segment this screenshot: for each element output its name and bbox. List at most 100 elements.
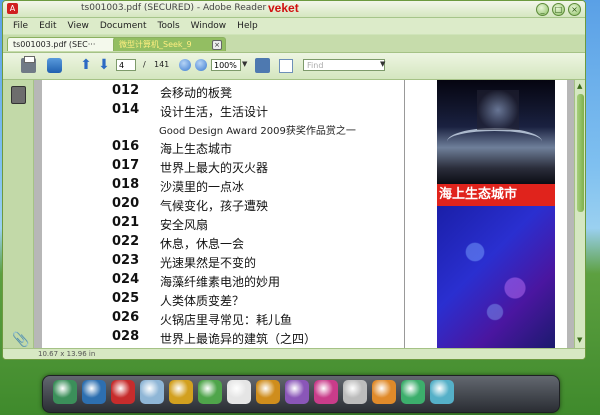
toc-title: 海藻纤维素电池的妙用 [160, 275, 281, 289]
zoom-out-icon[interactable] [179, 59, 191, 71]
tab-label: ts001003.pdf (SEC··· [13, 40, 96, 49]
penguin-icon[interactable] [227, 380, 251, 404]
fit-page-icon[interactable] [279, 59, 293, 73]
toc-entry: 025 人类体质变差？ [104, 289, 404, 308]
minimize-button[interactable]: _ [536, 3, 549, 16]
tab-document-2[interactable]: 微型计算机_Seek_9 × [113, 37, 226, 51]
window-tag: veket [268, 1, 299, 15]
chevron-down-icon[interactable]: ▼ [242, 60, 247, 68]
toc-title: 安全风扇 [160, 218, 209, 232]
toc-subtitle-text: Good Design Award 2009获奖作品赏之一 [159, 126, 356, 137]
toc-page-number: 017 [112, 158, 140, 173]
document-view[interactable]: 012 会移动的板凳 014 设计生活，生活设计 Good Design Award 2… [34, 80, 574, 348]
close-button[interactable]: × [568, 3, 581, 16]
page-size-label: 10.67 x 13.96 in [38, 350, 96, 358]
menu-window[interactable]: Window [191, 21, 227, 31]
tab-close-icon[interactable]: × [212, 40, 222, 50]
image-icon[interactable] [285, 380, 309, 404]
menu-bar: File Edit View Document Tools Window Hel… [3, 18, 585, 34]
game-icon[interactable] [372, 380, 396, 404]
maximize-button[interactable]: □ [552, 3, 565, 16]
menu-tools[interactable]: Tools [158, 21, 180, 31]
toc-title: 世界上最大的灭火器 [160, 161, 269, 175]
toc-page-number: 023 [112, 253, 140, 268]
toc-entry: 023 光速果然是不变的 [104, 251, 404, 270]
toc-page-number: 018 [112, 177, 140, 192]
toc-title: 世界上最诡异的建筑（之四） [160, 332, 317, 346]
toc-entry: 018 沙漠里的一点冰 [104, 175, 404, 194]
scroll-thumb[interactable] [577, 94, 584, 212]
page-number-input[interactable]: 4 [116, 59, 136, 71]
scroll-down-icon[interactable]: ▼ [577, 336, 582, 344]
palette-icon[interactable] [314, 380, 338, 404]
menu-document[interactable]: Document [100, 21, 147, 31]
toc-entry: 020 气候变化，孩子遭殃 [104, 194, 404, 213]
toc-title: 沙漠里的一点冰 [160, 180, 245, 194]
menu-file[interactable]: File [13, 21, 28, 31]
toc-page-number: 012 [112, 83, 140, 98]
menu-edit[interactable]: Edit [39, 21, 56, 31]
pages-icon[interactable] [11, 86, 26, 104]
toc-page-number: 020 [112, 196, 140, 211]
paperclip-icon[interactable]: 📎 [12, 332, 29, 348]
toc-subtitle: Good Design Award 2009获奖作品赏之一 [104, 119, 404, 137]
menu-view[interactable]: View [68, 21, 89, 31]
toc-title: 光速果然是不变的 [160, 256, 257, 270]
monitor-icon[interactable] [82, 380, 106, 404]
tab-document-1[interactable]: ts001003.pdf (SEC··· × [7, 37, 128, 51]
save-icon[interactable] [255, 58, 270, 73]
toc-page-number: 016 [112, 139, 140, 154]
page-separator: / [143, 60, 146, 69]
toc-entry: 014 设计生活，生活设计 [104, 100, 404, 119]
toc-title: 火锅店里寻常见：耗儿鱼 [160, 313, 293, 327]
bug-icon[interactable] [111, 380, 135, 404]
scroll-up-icon[interactable]: ▲ [577, 82, 582, 90]
share-icon[interactable] [47, 58, 62, 73]
toc-title: 气候变化，孩子遭殃 [160, 199, 269, 213]
toc-entry: 016 海上生态城市 [104, 137, 404, 156]
clock-icon[interactable] [169, 380, 193, 404]
next-page-icon[interactable]: ⬇ [97, 58, 111, 73]
photo-city [437, 80, 555, 184]
dock [42, 375, 560, 413]
zoom-select[interactable]: 100% [211, 59, 241, 71]
toc-page-number: 021 [112, 215, 140, 230]
network-icon[interactable] [198, 380, 222, 404]
toc-entry: 022 休息，休息一会 [104, 232, 404, 251]
title-bar: A ts001003.pdf (SECURED) - Adobe Reader … [3, 1, 585, 18]
settings-icon[interactable] [430, 380, 454, 404]
tab-bar: ts001003.pdf (SEC··· × 微型计算机_Seek_9 × [3, 35, 585, 53]
toolbar: ⬆ ⬇ 4 / 141 100% ▼ Find ▼ [3, 53, 585, 80]
toc-entry: 026 火锅店里寻常见：耗儿鱼 [104, 308, 404, 327]
vertical-scrollbar[interactable]: ▲ ▼ [574, 80, 585, 348]
folder-door-icon[interactable] [256, 380, 280, 404]
reader-window: A ts001003.pdf (SECURED) - Adobe Reader … [2, 0, 586, 360]
previous-page-icon[interactable]: ⬆ [79, 58, 93, 73]
app-icon[interactable] [401, 380, 425, 404]
document-icon[interactable] [140, 380, 164, 404]
toc-title: 会移动的板凳 [160, 86, 233, 100]
toc-entry: 028 世界上最诡异的建筑（之四） [104, 327, 404, 346]
photo-caption: 海上生态城市 [437, 184, 555, 206]
table-of-contents: 012 会移动的板凳 014 设计生活，生活设计 Good Design Award 2… [104, 81, 404, 346]
toc-page-number: 028 [112, 329, 140, 344]
find-input[interactable]: Find [303, 59, 385, 71]
pen-icon[interactable] [343, 380, 367, 404]
toc-entry: 024 海藻纤维素电池的妙用 [104, 270, 404, 289]
toc-title: 人类体质变差？ [160, 294, 245, 308]
toc-page-number: 022 [112, 234, 140, 249]
toc-title: 海上生态城市 [160, 142, 233, 156]
toc-page-number: 026 [112, 310, 140, 325]
chevron-down-icon[interactable]: ▼ [380, 60, 385, 68]
tab-label: 微型计算机_Seek_9 [119, 40, 192, 49]
page-divider [404, 80, 405, 348]
toc-entry: 017 世界上最大的灭火器 [104, 156, 404, 175]
toc-entry: 012 会移动的板凳 [104, 81, 404, 100]
page-total: 141 [154, 60, 170, 69]
menu-help[interactable]: Help [237, 21, 258, 31]
zoom-in-icon[interactable] [195, 59, 207, 71]
photo-blue [437, 206, 555, 348]
desktop-icon[interactable] [53, 380, 77, 404]
print-icon[interactable] [21, 56, 36, 73]
toc-page-number: 014 [112, 102, 140, 117]
